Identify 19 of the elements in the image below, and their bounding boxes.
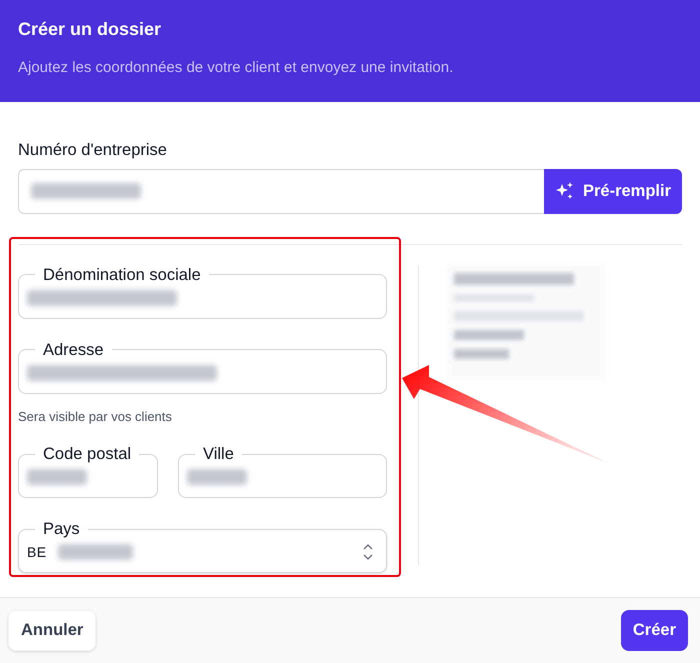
input-field[interactable]: [18, 168, 544, 214]
create-button[interactable]: Créer: [620, 610, 688, 651]
field-label: Dénomination sociale: [42, 264, 202, 285]
input-field[interactable]: Code postal: [18, 444, 158, 498]
help-text: Sera visible par vos clients: [18, 408, 173, 426]
sparkles-icon: [554, 181, 575, 202]
chevron-updown-icon: [362, 543, 374, 562]
field-label: Pays: [42, 519, 81, 540]
dialog-subtitle: Ajoutez les coordonnées de votre client et envoyez une invitation.: [18, 58, 454, 78]
field-label: Code postal: [42, 444, 132, 464]
input-field[interactable]: Dénomination sociale: [18, 264, 387, 319]
field-label: Numéro d'entreprise: [18, 140, 168, 161]
field-label: Adresse: [42, 340, 105, 360]
input-field[interactable]: Ville: [178, 444, 387, 498]
country-code: BE: [27, 542, 46, 562]
field-label: Ville: [202, 444, 235, 464]
dialog-title: Créer un dossier: [18, 18, 162, 41]
prefill-button[interactable]: Pré-remplir: [544, 168, 682, 214]
cancel-button[interactable]: Annuler: [8, 610, 96, 651]
